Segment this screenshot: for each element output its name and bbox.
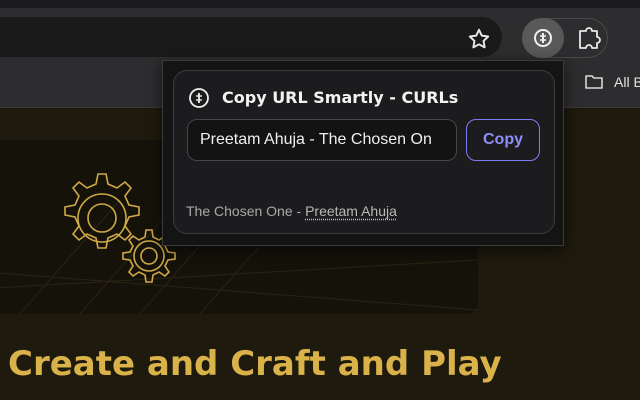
address-bar[interactable] xyxy=(0,17,502,57)
puzzle-icon xyxy=(568,18,610,58)
curls-logo-icon xyxy=(188,87,210,109)
popup-card: Copy URL Smartly - CURLs Copy The Chosen… xyxy=(173,70,555,234)
author-link[interactable]: Preetam Ahuja xyxy=(305,203,397,219)
bookmark-folder-all[interactable]: All B xyxy=(614,74,640,90)
folder-icon[interactable] xyxy=(584,73,604,91)
star-icon[interactable] xyxy=(466,26,492,52)
extension-popup: Copy URL Smartly - CURLs Copy The Chosen… xyxy=(162,60,564,246)
tab-strip xyxy=(0,0,640,8)
url-text-input[interactable] xyxy=(187,119,457,161)
popup-footer: The Chosen One - Preetam Ahuja xyxy=(186,203,397,219)
curls-extension-button[interactable] xyxy=(522,18,564,58)
extensions-button[interactable] xyxy=(568,18,610,58)
page-headline: Create and Craft and Play xyxy=(8,344,502,384)
popup-title: Copy URL Smartly - CURLs xyxy=(222,88,458,107)
copy-button[interactable]: Copy xyxy=(466,119,540,161)
footer-prefix: The Chosen One - xyxy=(186,203,305,219)
browser-toolbar xyxy=(0,0,640,60)
curls-icon xyxy=(522,18,564,58)
